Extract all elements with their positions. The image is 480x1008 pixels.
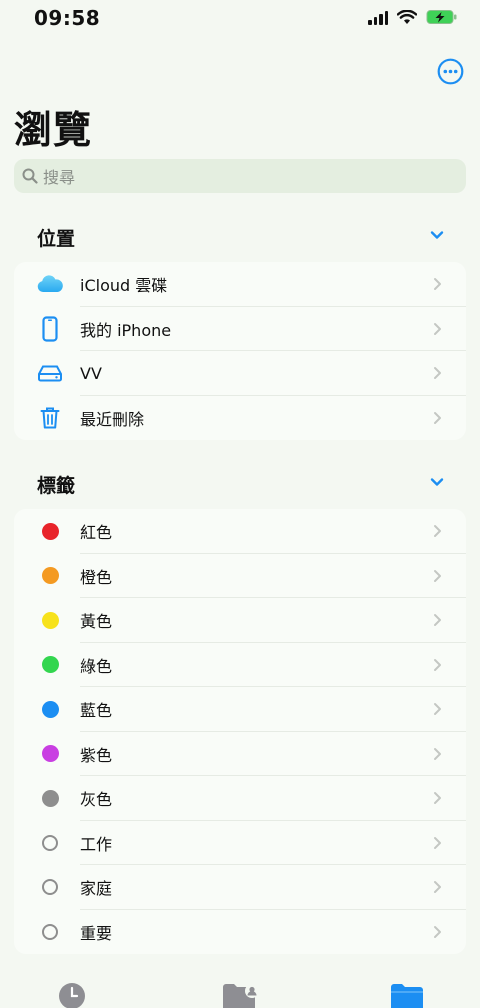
chevron-right-icon	[434, 747, 441, 760]
locations-list: iCloud 雲碟 我的 iPhone VV 最近刪除	[14, 262, 466, 440]
wifi-icon	[397, 9, 417, 24]
folder-icon	[391, 984, 423, 1008]
clock-icon	[59, 983, 85, 1008]
tags-section-header[interactable]: 標籤	[14, 466, 466, 502]
chevron-right-icon	[434, 367, 441, 380]
search-icon	[22, 168, 38, 184]
tag-color-dot-icon	[36, 562, 64, 590]
tag-color-dot-icon	[36, 873, 64, 901]
tag-row[interactable]: 工作	[14, 821, 466, 865]
tab-recents[interactable]	[58, 982, 86, 1008]
tag-label: 藍色	[80, 701, 113, 721]
search-placeholder: 搜尋	[43, 168, 76, 187]
status-time: 09:58	[34, 6, 101, 30]
location-label: 我的 iPhone	[80, 320, 172, 340]
tag-label: 橙色	[80, 567, 113, 587]
tag-label: 家庭	[80, 879, 113, 899]
tag-label: 紅色	[80, 523, 113, 543]
ellipsis-circle-icon	[437, 58, 464, 85]
tag-label: 紫色	[80, 745, 113, 765]
chevron-right-icon	[434, 836, 441, 849]
tag-row[interactable]: 綠色	[14, 643, 466, 687]
battery-charging-icon	[426, 10, 457, 24]
tag-color-dot-icon	[36, 829, 64, 857]
tag-row[interactable]: 家庭	[14, 865, 466, 910]
chevron-right-icon	[434, 792, 441, 805]
tag-row[interactable]: 重要	[14, 910, 466, 955]
external-drive-icon	[36, 359, 64, 387]
tags-section-title: 標籤	[37, 474, 76, 497]
status-bar: 09:58	[0, 0, 480, 40]
tag-color-dot-icon	[36, 606, 64, 634]
tag-row[interactable]: 橙色	[14, 554, 466, 598]
chevron-right-icon	[434, 322, 441, 335]
chevron-right-icon	[434, 658, 441, 671]
tag-color-dot-icon	[36, 784, 64, 812]
tags-list: 紅色橙色黃色綠色藍色紫色灰色工作家庭重要	[14, 509, 466, 954]
iphone-icon	[36, 315, 64, 343]
chevron-right-icon	[434, 278, 441, 291]
tag-label: 重要	[80, 923, 113, 943]
chevron-right-icon	[434, 411, 441, 424]
chevron-right-icon	[434, 569, 441, 582]
chevron-right-icon	[434, 525, 441, 538]
tag-label: 黃色	[80, 612, 113, 632]
chevron-right-icon	[434, 614, 441, 627]
tag-row[interactable]: 紫色	[14, 732, 466, 776]
tag-color-dot-icon	[36, 918, 64, 946]
icloud-icon	[36, 270, 64, 298]
tag-label: 工作	[80, 834, 113, 854]
tag-color-dot-icon	[36, 517, 64, 545]
status-icons	[368, 9, 458, 25]
cellular-signal-icon	[368, 10, 388, 25]
location-row-drive[interactable]: VV	[14, 351, 466, 396]
page-title: 瀏覽	[14, 108, 93, 152]
more-options-button[interactable]	[437, 58, 464, 85]
location-label: iCloud 雲碟	[80, 276, 168, 296]
tab-browse[interactable]	[390, 982, 424, 1008]
chevron-right-icon	[434, 703, 441, 716]
chevron-right-icon	[434, 925, 441, 938]
location-row-iphone[interactable]: 我的 iPhone	[14, 307, 466, 351]
tag-row[interactable]: 灰色	[14, 776, 466, 821]
tab-shared[interactable]	[222, 982, 260, 1008]
location-row-icloud[interactable]: iCloud 雲碟	[14, 262, 466, 307]
chevron-down-icon	[430, 231, 444, 239]
tag-row[interactable]: 藍色	[14, 687, 466, 732]
tab-bar	[0, 978, 480, 1008]
chevron-down-icon	[430, 478, 444, 486]
tag-color-dot-icon	[36, 740, 64, 768]
tag-color-dot-icon	[36, 695, 64, 723]
files-browse-screen: 09:58 瀏覽 搜尋 位置 iCloud 雲碟 我的 iPhone VV 最近…	[0, 0, 480, 1008]
tag-label: 綠色	[80, 656, 113, 676]
tag-color-dot-icon	[36, 651, 64, 679]
tag-row[interactable]: 紅色	[14, 509, 466, 554]
chevron-right-icon	[434, 881, 441, 894]
search-field[interactable]: 搜尋	[14, 159, 466, 193]
tag-label: 灰色	[80, 790, 113, 810]
trash-icon	[36, 404, 64, 432]
locations-section-header[interactable]: 位置	[14, 219, 466, 255]
location-label: VV	[80, 363, 102, 383]
tag-row[interactable]: 黃色	[14, 598, 466, 643]
location-row-recently-deleted[interactable]: 最近刪除	[14, 396, 466, 441]
shared-folder-icon	[223, 984, 259, 1008]
location-label: 最近刪除	[80, 409, 145, 429]
locations-section-title: 位置	[37, 227, 76, 250]
